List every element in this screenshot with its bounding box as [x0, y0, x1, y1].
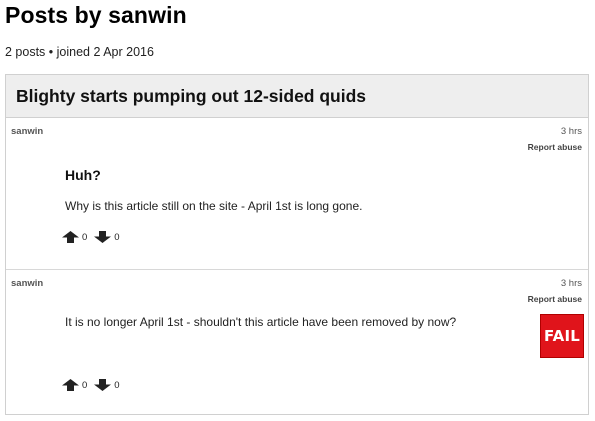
- vote-controls: 0 0: [62, 379, 127, 391]
- upvote-count: 0: [82, 379, 88, 391]
- thumbs-down-icon: [94, 231, 112, 243]
- fail-icon-text: FAIL: [543, 327, 581, 345]
- comment-time: 3 hrs: [560, 278, 582, 289]
- comment: sanwin 3 hrs Report abuse It is no longe…: [6, 270, 588, 414]
- article-header: Blighty starts pumping out 12-sided quid…: [6, 75, 588, 118]
- fail-icon: FAIL: [540, 314, 584, 358]
- comment-author[interactable]: sanwin: [11, 126, 43, 137]
- upvote-button[interactable]: 0: [62, 231, 87, 243]
- report-abuse-link[interactable]: Report abuse: [528, 294, 582, 304]
- downvote-button[interactable]: 0: [94, 379, 120, 391]
- vote-controls: 0 0: [62, 231, 127, 243]
- upvote-count: 0: [82, 231, 88, 243]
- downvote-count: 0: [114, 231, 120, 243]
- page-meta: 2 posts • joined 2 Apr 2016: [5, 45, 154, 59]
- comment-body: It is no longer April 1st - shouldn't th…: [65, 315, 457, 329]
- thumbs-down-icon: [94, 379, 112, 391]
- article-card: Blighty starts pumping out 12-sided quid…: [5, 74, 589, 415]
- downvote-button[interactable]: 0: [94, 231, 120, 243]
- page-title: Posts by sanwin: [5, 2, 187, 28]
- thumbs-up-icon: [62, 379, 79, 391]
- comment: sanwin 3 hrs Report abuse Huh? Why is th…: [6, 118, 588, 270]
- downvote-count: 0: [114, 379, 120, 391]
- report-abuse-link[interactable]: Report abuse: [528, 142, 582, 152]
- article-title-link[interactable]: Blighty starts pumping out 12-sided quid…: [16, 86, 588, 107]
- comment-body: Why is this article still on the site - …: [65, 199, 363, 213]
- comment-author[interactable]: sanwin: [11, 278, 43, 289]
- comment-time: 3 hrs: [560, 126, 582, 137]
- upvote-button[interactable]: 0: [62, 379, 87, 391]
- thumbs-up-icon: [62, 231, 79, 243]
- comment-title: Huh?: [65, 167, 101, 183]
